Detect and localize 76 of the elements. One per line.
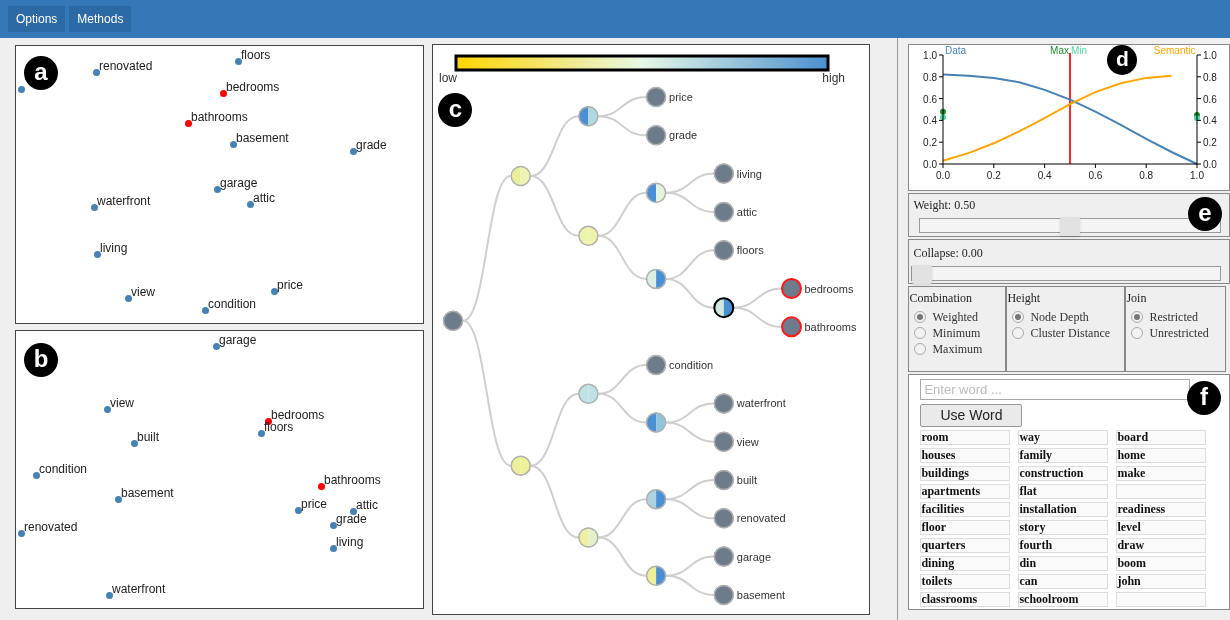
tick-label: 0.0 [923, 159, 938, 170]
point-label: grade [356, 138, 387, 152]
panel-badge: c [438, 93, 473, 127]
point-label: condition [208, 297, 257, 311]
point-label: floors [264, 420, 294, 434]
tick-label: 0.6 [1203, 93, 1218, 105]
point-label: living [100, 241, 128, 255]
point-label: floors [241, 48, 271, 62]
leaf-label: bedrooms [804, 282, 854, 295]
point-label: attic [356, 498, 378, 512]
series-label: Max [1050, 45, 1070, 56]
leaf-label: waterfront [737, 397, 787, 410]
leaf-label: attic [737, 205, 758, 218]
tick-label: 1.0 [1190, 170, 1205, 181]
leaf-label: price [669, 91, 694, 103]
point-label: price [301, 497, 327, 511]
point-label: basement [121, 486, 174, 500]
point-label: bathrooms [191, 110, 248, 124]
leaf-label: basement [737, 588, 786, 601]
tick-label: 0.4 [923, 115, 938, 127]
scale-low-label: low [439, 71, 458, 85]
tick-label: 0.8 [1203, 71, 1218, 83]
point-label: garage [220, 176, 258, 190]
point-label: renovated [24, 520, 78, 534]
point-label: living [336, 535, 364, 549]
leaf-label: built [737, 474, 758, 486]
leaf-label: view [737, 435, 760, 448]
leaf-label: garage [737, 550, 772, 563]
point-label: basement [236, 131, 289, 145]
leaf-label: grade [669, 129, 698, 142]
point-label: bedrooms [271, 408, 325, 422]
point-label: view [131, 285, 155, 299]
point-label: waterfront [112, 582, 166, 596]
tick-label: 0.8 [923, 71, 938, 83]
tick-label: 0.2 [987, 170, 1002, 181]
slider-label: Collapse: 0.00 [913, 246, 984, 260]
point-label: waterfront [97, 194, 151, 208]
group-title: Combination [909, 291, 974, 305]
panel-badge: e [1188, 197, 1222, 231]
group-title: Join [1126, 291, 1148, 305]
panel-badge: b [24, 343, 58, 377]
tick-label: 0.6 [1088, 170, 1103, 181]
panel-badge: a [24, 56, 58, 90]
tick-label: 0.4 [1038, 170, 1052, 181]
tick-label: 0.0 [936, 170, 951, 181]
point-label: bathrooms [324, 473, 381, 487]
group-title: Height [1007, 291, 1042, 305]
tick-label: 1.0 [1203, 50, 1218, 61]
point-label: renovated [99, 59, 153, 73]
tick-label: 1.0 [923, 50, 938, 61]
point-label: garage [219, 333, 257, 347]
slider-label: Weight: 0.50 [913, 198, 977, 212]
tick-label: 0.4 [1203, 115, 1218, 127]
point-label: bedrooms [226, 80, 280, 94]
leaf-label: renovated [737, 512, 787, 525]
series-label: Data [945, 45, 967, 56]
point-label: view [110, 396, 134, 410]
panel-badge: f [1187, 381, 1221, 415]
tick-label: 0.6 [923, 93, 938, 105]
leaf-label: living [737, 167, 763, 180]
tick-label: 0.0 [1203, 159, 1218, 170]
tick-label: 0.8 [1139, 170, 1154, 181]
series-label: Semantic [1154, 45, 1196, 56]
panel-badge: d [1107, 45, 1138, 75]
point-label: built [137, 430, 159, 444]
leaf-label: bathrooms [804, 320, 857, 333]
point-label: attic [253, 191, 275, 205]
tick-label: 0.2 [923, 137, 938, 149]
point-label: grade [336, 512, 367, 526]
tick-label: 0.2 [1203, 137, 1218, 149]
scale-high-label: high [822, 71, 846, 85]
point-label: condition [39, 462, 88, 476]
leaf-label: condition [669, 359, 714, 372]
leaf-label: floors [737, 244, 765, 257]
series-label: Min [1071, 45, 1088, 56]
point-label: price [277, 278, 303, 292]
